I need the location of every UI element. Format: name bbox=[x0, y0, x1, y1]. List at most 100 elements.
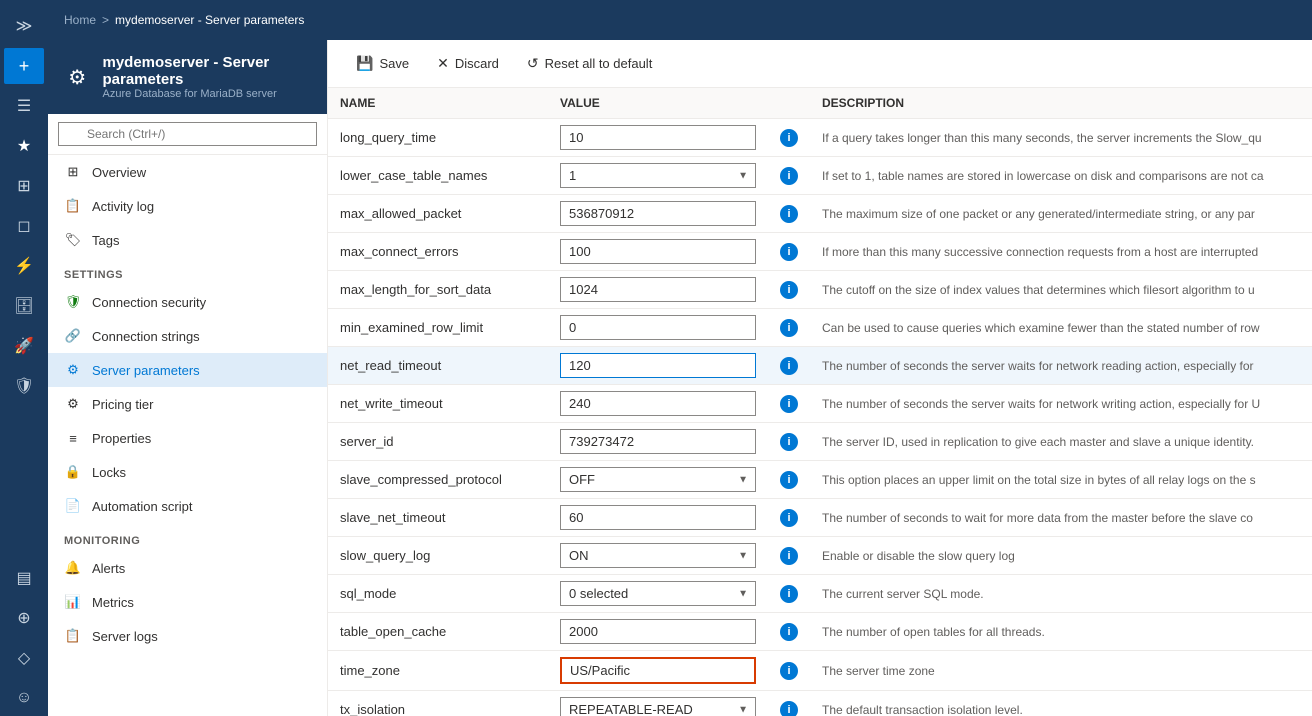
nav-label-metrics: Metrics bbox=[92, 595, 134, 610]
param-select[interactable]: REPEATABLE-READ bbox=[560, 697, 756, 716]
param-name-cell: slave_compressed_protocol bbox=[328, 461, 548, 499]
info-icon[interactable]: i bbox=[780, 357, 798, 375]
save-icon: 💾 bbox=[356, 55, 373, 72]
plus-icon[interactable]: + bbox=[4, 48, 44, 84]
param-name-cell: net_read_timeout bbox=[328, 347, 548, 385]
param-input[interactable] bbox=[560, 505, 756, 530]
lightning-icon[interactable]: ⚡ bbox=[4, 248, 44, 284]
tags-icon: 🏷 bbox=[64, 231, 82, 249]
info-icon[interactable]: i bbox=[780, 662, 798, 680]
info-icon[interactable]: i bbox=[780, 701, 798, 716]
info-icon[interactable]: i bbox=[780, 167, 798, 185]
info-icon[interactable]: i bbox=[780, 471, 798, 489]
nav-item-tags[interactable]: 🏷 Tags bbox=[48, 223, 327, 257]
info-icon[interactable]: i bbox=[780, 129, 798, 147]
connection-strings-icon: 🔗 bbox=[64, 327, 82, 345]
nav-item-activity-log[interactable]: 📋 Activity log bbox=[48, 189, 327, 223]
info-icon[interactable]: i bbox=[780, 509, 798, 527]
col-desc: DESCRIPTION bbox=[810, 88, 1312, 119]
info-cell: i bbox=[768, 575, 810, 613]
info-icon[interactable]: i bbox=[780, 433, 798, 451]
collapse-icon[interactable]: ≫ bbox=[4, 8, 44, 44]
nav-label-locks: Locks bbox=[92, 465, 126, 480]
breadcrumb-sep: > bbox=[102, 13, 109, 27]
info-cell: i bbox=[768, 157, 810, 195]
reset-all-button[interactable]: ↺ Reset all to default bbox=[515, 49, 664, 78]
param-input[interactable] bbox=[560, 277, 756, 302]
nav-item-overview[interactable]: ⊞ Overview bbox=[48, 155, 327, 189]
shield-icon[interactable]: 🛡 bbox=[4, 368, 44, 404]
table-row: max_connect_errorsiIf more than this man… bbox=[328, 233, 1312, 271]
nav-label-server-parameters: Server parameters bbox=[92, 363, 200, 378]
param-value-cell bbox=[548, 613, 768, 651]
diamond-icon[interactable]: ◇ bbox=[4, 640, 44, 676]
param-select[interactable]: 1 bbox=[560, 163, 756, 188]
param-name-cell: max_connect_errors bbox=[328, 233, 548, 271]
smile-icon[interactable]: ☺ bbox=[4, 680, 44, 716]
save-button[interactable]: 💾 Save bbox=[344, 49, 421, 78]
info-icon[interactable]: i bbox=[780, 623, 798, 641]
param-select[interactable]: 0 selected bbox=[560, 581, 756, 606]
param-value-cell bbox=[548, 119, 768, 157]
nav-item-properties[interactable]: ≡ Properties bbox=[48, 421, 327, 455]
nav-item-alerts[interactable]: 🔔 Alerts bbox=[48, 551, 327, 585]
info-cell: i bbox=[768, 691, 810, 716]
param-name-cell: slave_net_timeout bbox=[328, 499, 548, 537]
param-input[interactable] bbox=[560, 315, 756, 340]
nav-item-locks[interactable]: 🔒 Locks bbox=[48, 455, 327, 489]
param-input[interactable] bbox=[560, 201, 756, 226]
cube-icon[interactable]: ◻ bbox=[4, 208, 44, 244]
param-input[interactable] bbox=[560, 619, 756, 644]
param-select[interactable]: ON bbox=[560, 543, 756, 568]
rocket-icon[interactable]: 🚀 bbox=[4, 328, 44, 364]
nav-item-connection-security[interactable]: 🛡 Connection security bbox=[48, 285, 327, 319]
info-icon[interactable]: i bbox=[780, 281, 798, 299]
param-input[interactable] bbox=[560, 391, 756, 416]
breadcrumb-home[interactable]: Home bbox=[64, 13, 96, 27]
param-value-cell: REPEATABLE-READ▼ bbox=[548, 691, 768, 716]
info-cell: i bbox=[768, 195, 810, 233]
info-icon[interactable]: i bbox=[780, 585, 798, 603]
param-input[interactable] bbox=[560, 125, 756, 150]
table-row: min_examined_row_limitiCan be used to ca… bbox=[328, 309, 1312, 347]
search-input[interactable] bbox=[58, 122, 317, 146]
table-row: net_read_timeoutiThe number of seconds t… bbox=[328, 347, 1312, 385]
info-cell: i bbox=[768, 347, 810, 385]
discard-button[interactable]: ✕ Discard bbox=[425, 49, 511, 78]
param-name-cell: net_write_timeout bbox=[328, 385, 548, 423]
param-value-cell bbox=[548, 347, 768, 385]
nav-item-metrics[interactable]: 📊 Metrics bbox=[48, 585, 327, 619]
discard-label: Discard bbox=[455, 56, 499, 71]
server-parameters-icon: ⚙ bbox=[64, 361, 82, 379]
nav-item-pricing-tier[interactable]: ⚙ Pricing tier bbox=[48, 387, 327, 421]
param-value-cell bbox=[548, 271, 768, 309]
page-header-icon: ⚙ bbox=[64, 61, 91, 93]
param-input[interactable] bbox=[560, 353, 756, 378]
nav-item-server-logs[interactable]: 📋 Server logs bbox=[48, 619, 327, 653]
param-value-cell: 0 selected▼ bbox=[548, 575, 768, 613]
nav-label-tags: Tags bbox=[92, 233, 119, 248]
info-icon[interactable]: i bbox=[780, 243, 798, 261]
layers-icon[interactable]: ▤ bbox=[4, 560, 44, 596]
param-input[interactable] bbox=[560, 239, 756, 264]
nav-item-connection-strings[interactable]: 🔗 Connection strings bbox=[48, 319, 327, 353]
dashboard-icon[interactable]: ⊞ bbox=[4, 168, 44, 204]
param-input[interactable] bbox=[560, 429, 756, 454]
dots-icon[interactable]: ⊕ bbox=[4, 600, 44, 636]
menu-icon[interactable]: ☰ bbox=[4, 88, 44, 124]
page-header: ⚙ mydemoserver - Server parameters Azure… bbox=[48, 40, 327, 114]
info-icon[interactable]: i bbox=[780, 205, 798, 223]
info-icon[interactable]: i bbox=[780, 547, 798, 565]
database-icon[interactable]: 🗄 bbox=[4, 288, 44, 324]
nav-item-server-parameters[interactable]: ⚙ Server parameters bbox=[48, 353, 327, 387]
reset-icon: ↺ bbox=[527, 55, 539, 72]
nav-label-activity-log: Activity log bbox=[92, 199, 154, 214]
param-name-cell: sql_mode bbox=[328, 575, 548, 613]
star-icon[interactable]: ★ bbox=[4, 128, 44, 164]
param-input[interactable] bbox=[560, 657, 756, 684]
info-icon[interactable]: i bbox=[780, 395, 798, 413]
info-icon[interactable]: i bbox=[780, 319, 798, 337]
nav-item-automation-script[interactable]: 📄 Automation script bbox=[48, 489, 327, 523]
param-name-cell: time_zone bbox=[328, 651, 548, 691]
param-select[interactable]: OFF bbox=[560, 467, 756, 492]
